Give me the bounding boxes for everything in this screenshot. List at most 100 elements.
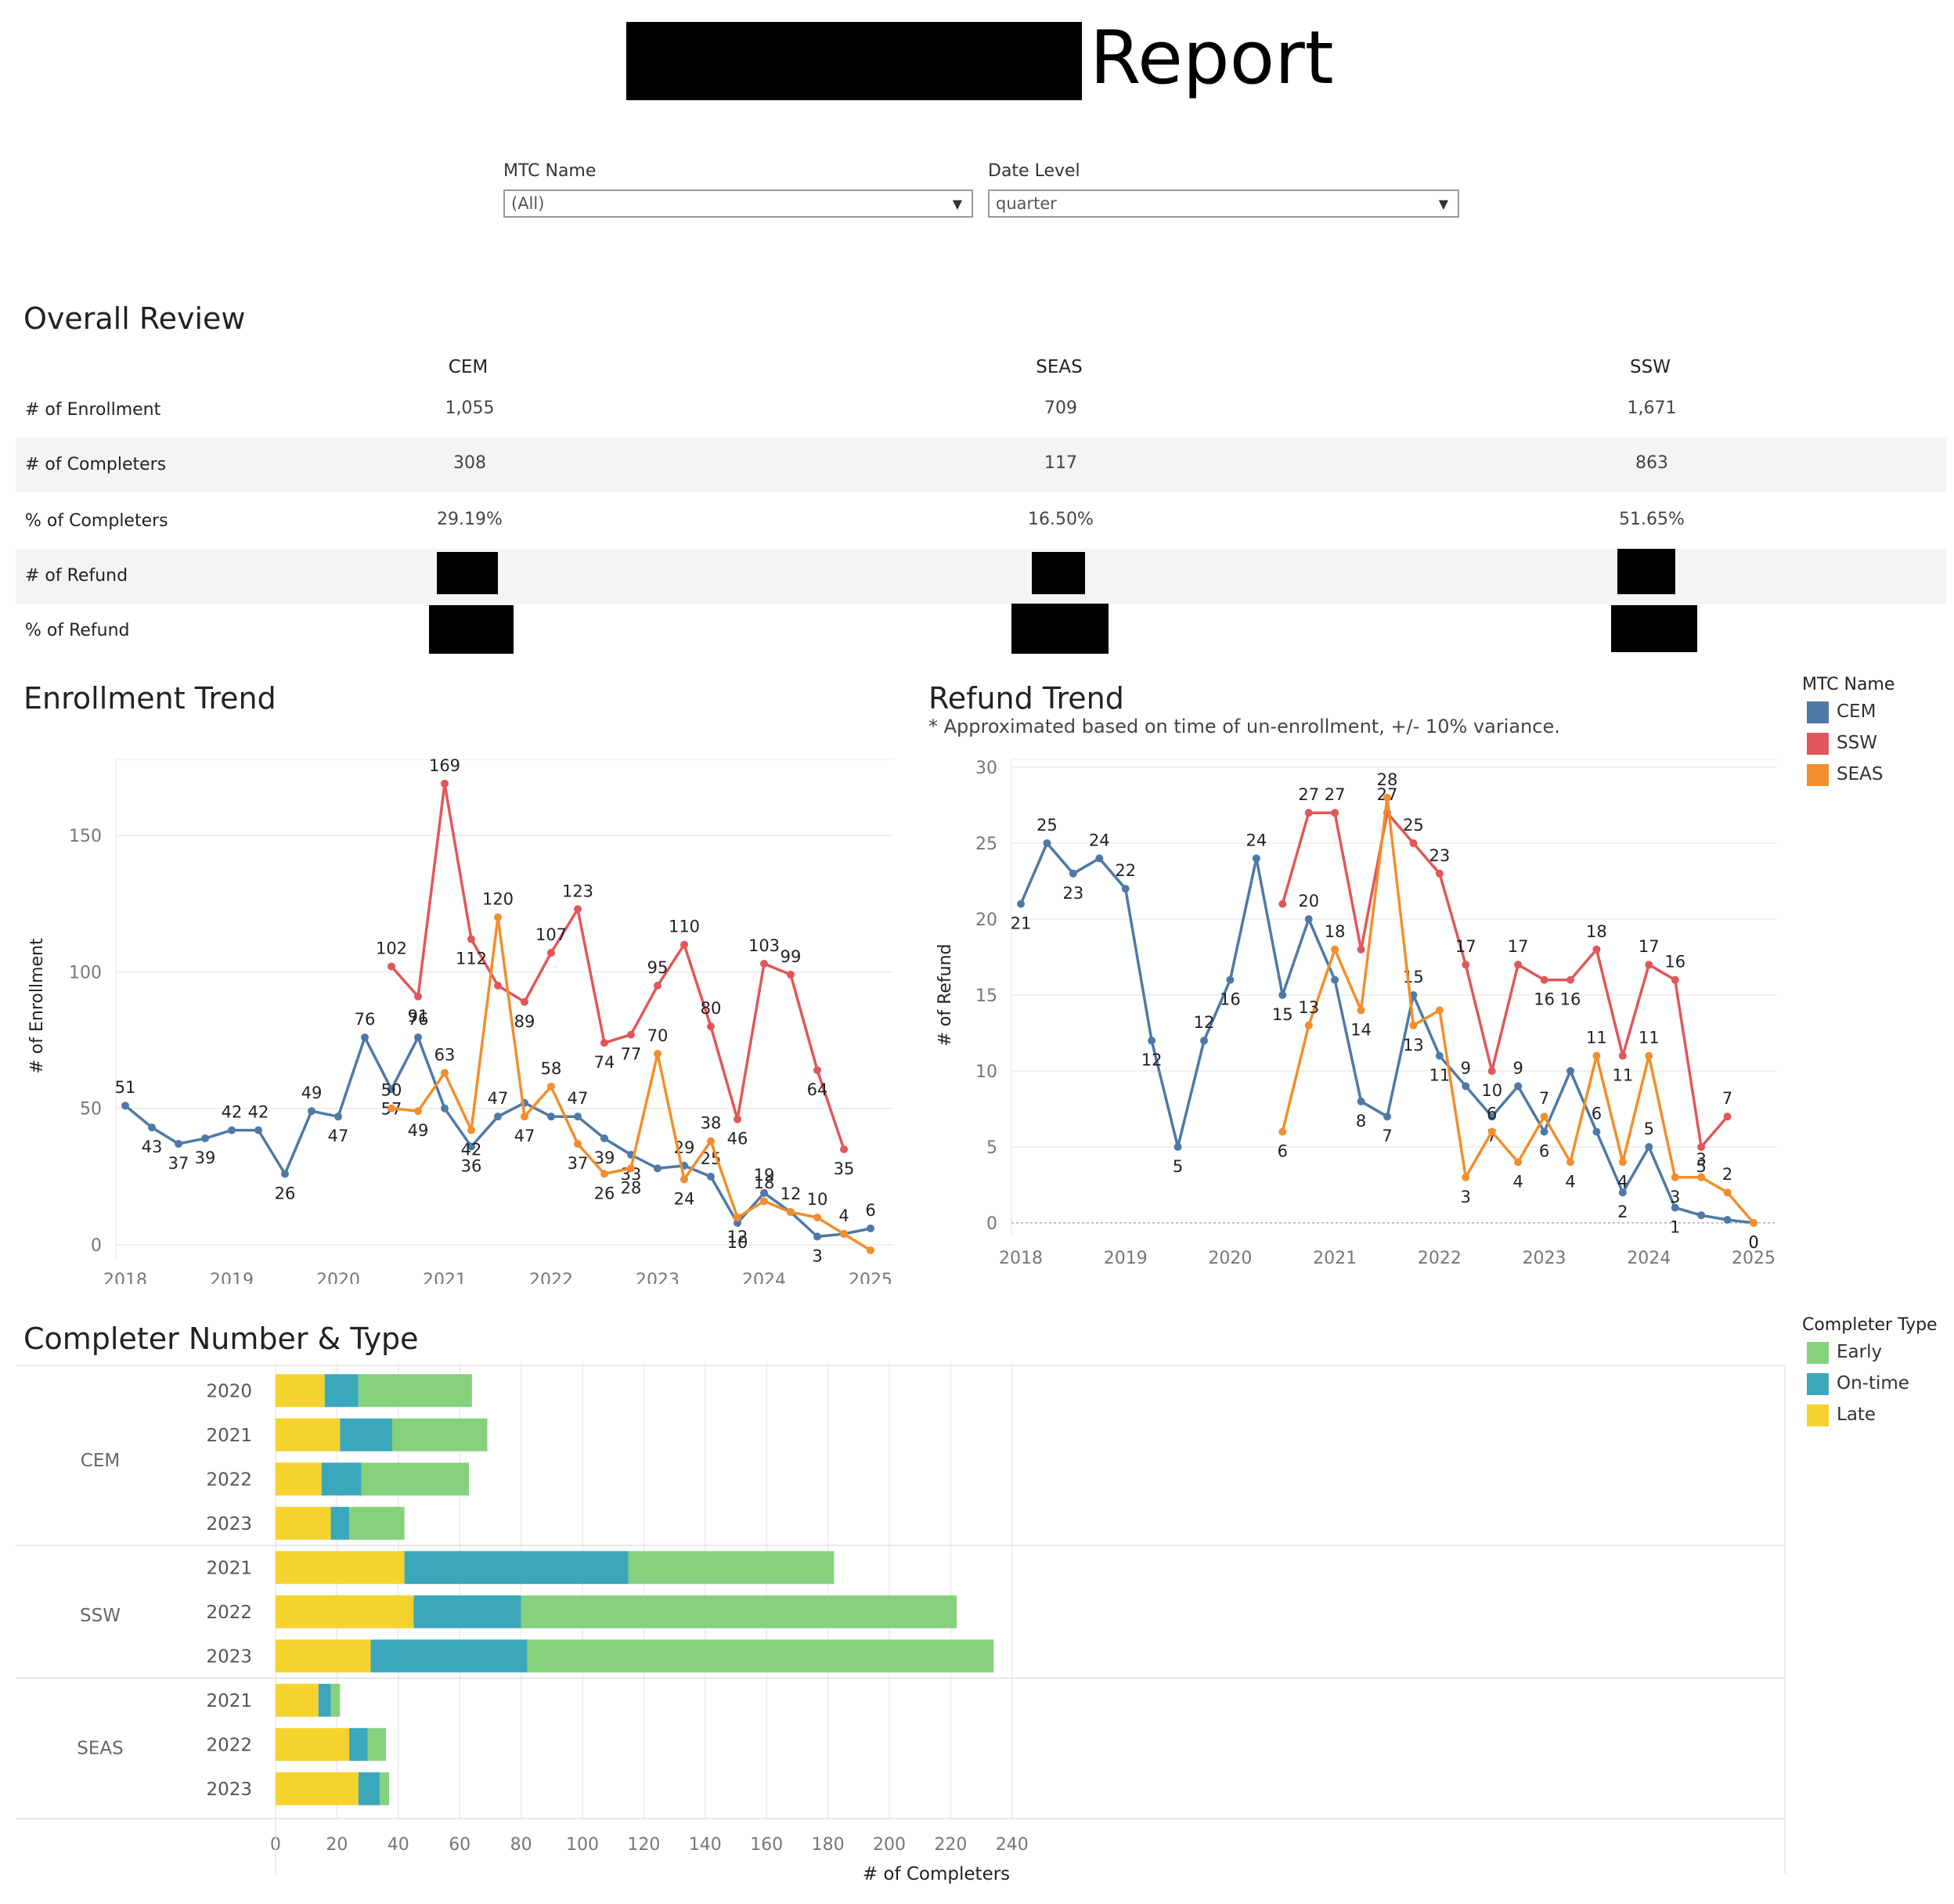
data-point-seas [1331, 945, 1339, 954]
data-label: 28 [1377, 770, 1398, 789]
data-label: 42 [248, 1103, 269, 1122]
data-point-cem [1697, 1211, 1706, 1220]
y-tick-label: 50 [80, 1100, 102, 1120]
series-line-cem [124, 1036, 871, 1239]
redacted-refund-ssw [1617, 549, 1675, 594]
data-label: 64 [807, 1080, 828, 1099]
cell-enrollment-cem: 1,055 [445, 398, 495, 418]
data-label: 3 [1696, 1150, 1706, 1169]
data-label: 7 [1722, 1089, 1732, 1108]
legend-item-seas[interactable]: SEAS [1837, 764, 1883, 784]
data-label: 20 [1298, 892, 1319, 911]
data-label: 14 [1350, 1020, 1372, 1039]
y-axis-title: # of Enrollment [27, 938, 47, 1074]
bar-segment-on-time [413, 1595, 521, 1628]
data-label: 18 [1586, 922, 1607, 941]
data-point-seas [680, 1175, 688, 1184]
legend-swatch-cem [1807, 701, 1829, 723]
y-tick-label: 0 [91, 1236, 102, 1256]
data-point-cem [1278, 991, 1287, 999]
data-point-seas [1645, 1051, 1653, 1060]
y-tick-label: 10 [975, 1062, 997, 1082]
row-label-pct-completers: % of Completers [25, 511, 168, 531]
refund-trend-chart[interactable]: 0510152025302018 2019 2020 2021 2022 2023 2024… [924, 736, 1801, 1284]
data-point-ssw [734, 1115, 741, 1123]
data-point-seas [574, 1140, 582, 1149]
bar-segment-late [276, 1683, 319, 1717]
data-label: 3 [1670, 1188, 1680, 1206]
data-point-seas [1304, 1021, 1313, 1030]
data-point-seas [1487, 1127, 1496, 1136]
data-point-cem [1148, 1037, 1156, 1045]
data-point-seas [1435, 1006, 1444, 1015]
data-point-ssw [1357, 945, 1365, 954]
bar-segment-early [361, 1462, 469, 1496]
data-label: 1 [1670, 1218, 1680, 1237]
data-point-cem [1540, 1127, 1548, 1136]
group-label-cem: CEM [81, 1451, 120, 1471]
data-label: 18 [1325, 922, 1346, 941]
data-label: 110 [669, 918, 700, 936]
year-label: 2023 [206, 1646, 252, 1667]
bar-segment-early [330, 1683, 341, 1717]
data-point-cem [254, 1126, 262, 1134]
bar-segment-late [276, 1506, 331, 1540]
data-label: 21 [1011, 914, 1032, 933]
data-label: 17 [1455, 937, 1476, 956]
data-label: 15 [1272, 1005, 1293, 1024]
legend-swatch-ssw [1807, 733, 1829, 755]
data-label: 24 [1089, 831, 1110, 849]
data-point-cem [867, 1224, 874, 1233]
x-tick-label: 60 [449, 1835, 470, 1855]
data-point-seas [1278, 1127, 1287, 1136]
legend-item-on-time[interactable]: On-time [1837, 1373, 1909, 1394]
legend-swatch-late [1807, 1405, 1829, 1426]
data-label: 169 [429, 756, 460, 775]
data-label: 50 [381, 1081, 402, 1100]
data-label: 3 [812, 1247, 822, 1266]
data-label: 3 [1461, 1188, 1471, 1206]
enrollment-trend-chart[interactable]: 0 50 100 150 2018 2019 2020 2021 2022 2023 2024 202… [0, 720, 924, 1284]
x-tick-label: 240 [996, 1835, 1029, 1855]
legend-item-early[interactable]: Early [1837, 1342, 1882, 1362]
bar-segment-on-time [349, 1728, 368, 1762]
x-tick-label: 2021 [423, 1271, 467, 1284]
legend-swatch-early [1807, 1342, 1829, 1364]
data-point-seas [707, 1137, 715, 1145]
cell-pct-completers-cem: 29.19% [437, 510, 503, 529]
bar-segment-on-time [340, 1418, 392, 1451]
data-point-ssw [627, 1030, 635, 1039]
row-label-pct-refund: % of Refund [25, 621, 130, 640]
legend-item-ssw[interactable]: SSW [1837, 733, 1877, 753]
legend-item-cem[interactable]: CEM [1837, 701, 1876, 722]
data-point-seas [441, 1069, 449, 1077]
bar-segment-late [276, 1639, 371, 1673]
data-point-cem [1121, 885, 1130, 893]
legend-item-late[interactable]: Late [1837, 1405, 1876, 1425]
data-label: 99 [781, 947, 802, 966]
year-label: 2021 [206, 1691, 252, 1711]
data-label: 5 [1173, 1157, 1183, 1176]
completer-chart[interactable]: 0 20 40 60 80 100 120 140 160 180 200 220 240# of Co… [0, 1362, 1801, 1895]
data-label: 9 [1461, 1058, 1471, 1077]
data-label: 6 [1539, 1142, 1549, 1161]
filter-label-mtc-name: MTC Name [503, 161, 597, 181]
y-tick-label: 20 [975, 911, 997, 930]
dropdown-arrow-icon: ▼ [952, 197, 962, 211]
data-label: 107 [535, 925, 567, 944]
data-point-seas [1618, 1158, 1627, 1167]
data-label: 11 [1612, 1066, 1633, 1085]
filter-label-date-level: Date Level [988, 161, 1080, 181]
mtc-name-dropdown[interactable]: (All) ▼ [503, 189, 973, 218]
y-tick-label: 150 [69, 827, 102, 846]
data-label: 2 [1722, 1165, 1732, 1184]
data-label: 58 [541, 1059, 562, 1078]
redacted-refund-seas [1032, 552, 1085, 594]
data-point-cem [1252, 854, 1260, 863]
data-label: 13 [1298, 998, 1319, 1017]
date-level-dropdown[interactable]: quarter ▼ [988, 189, 1459, 218]
bar-segment-early [527, 1639, 994, 1673]
data-label: 13 [1403, 1036, 1424, 1055]
date-level-dropdown-value: quarter [996, 194, 1057, 213]
data-label: 76 [355, 1010, 376, 1029]
